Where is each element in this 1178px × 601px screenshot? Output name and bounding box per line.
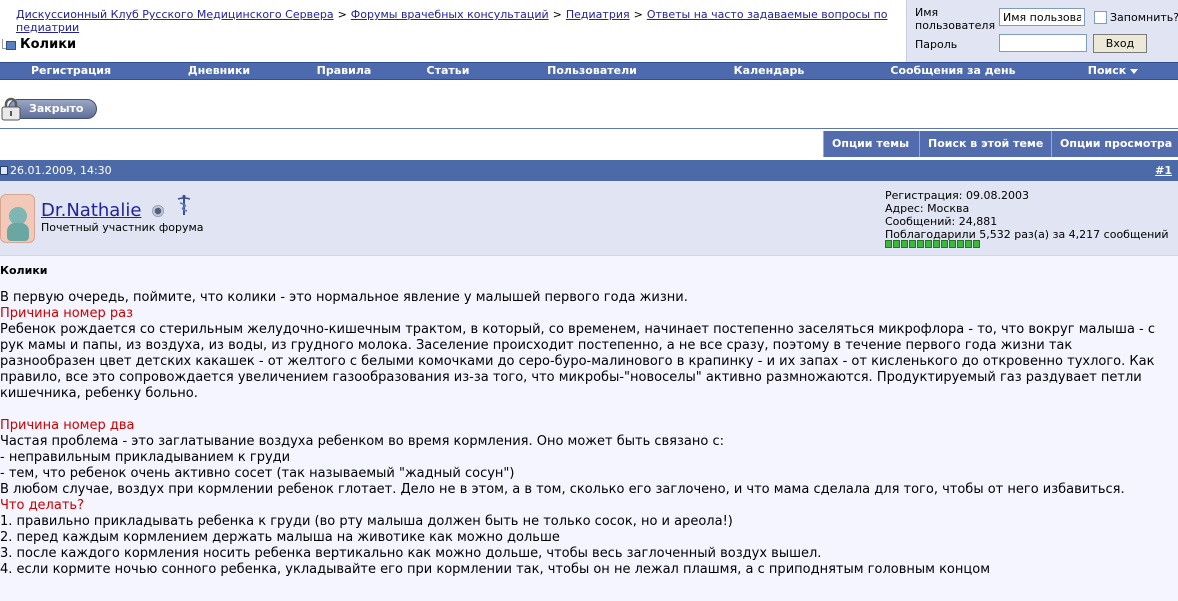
text-line: - неправильным прикладыванием к груди <box>0 450 291 465</box>
text-line: 3. после каждого кормления носить ребенк… <box>0 546 822 561</box>
text-line: Ребенок рождается со стерильным желудочн… <box>0 322 1156 337</box>
message-count: Сообщений: 24,881 <box>885 215 998 228</box>
divider <box>0 128 1178 129</box>
section-heading: Причина номер раз <box>0 306 133 321</box>
thread-tools-bar: Опции темы Поиск в этой теме Опции просм… <box>823 131 1178 173</box>
post-body: Колики В первую очередь, поймите, что ко… <box>0 256 1178 601</box>
forum-header: Дискуссионный Клуб Русского Медицинского… <box>0 0 1178 62</box>
text-line: 2. перед каждым кормлением держать малыш… <box>0 530 560 545</box>
breadcrumb-link-club[interactable]: Дискуссионный Клуб Русского Медицинского… <box>16 8 334 21</box>
username-label: Имя пользователя <box>915 6 996 32</box>
post-user-info: Dr.Nathalie Почетный участник форума Рег… <box>0 181 1178 256</box>
nav-search[interactable]: Поиск <box>1048 63 1178 79</box>
text-line: 1. правильно прикладывать ребенка к груд… <box>0 514 733 529</box>
thread-closed-button[interactable]: Закрыто <box>0 97 98 122</box>
text-line: рук мамы и папы, из воздуха, из воды, из… <box>0 338 1073 353</box>
post-title: Колики <box>0 264 48 277</box>
reputation-pip <box>973 240 980 248</box>
folder-tree-icon <box>2 38 16 51</box>
user-location: Адрес: Москва <box>885 202 970 215</box>
post-date: 26.01.2009, 14:30 <box>10 164 112 177</box>
nav-today-posts[interactable]: Сообщения за день <box>858 63 1048 79</box>
text-line: кишечника, ребенку больно. <box>0 386 198 401</box>
user-title: Почетный участник форума <box>41 221 204 234</box>
text-line: В первую очередь, поймите, что колики - … <box>0 290 688 305</box>
reputation-pip <box>885 240 892 248</box>
username-input[interactable] <box>999 8 1085 26</box>
closed-button-label: Закрыто <box>29 102 84 115</box>
registration-date: Регистрация: 09.08.2003 <box>885 189 1029 202</box>
remember-checkbox[interactable] <box>1094 11 1107 24</box>
login-button[interactable]: Вход <box>1093 34 1147 53</box>
avatar[interactable] <box>0 194 35 243</box>
dropdown-arrow-icon <box>1130 68 1139 74</box>
breadcrumb-separator: > <box>633 8 643 21</box>
medic-badge-icon <box>177 194 191 215</box>
lock-icon <box>1 97 21 121</box>
reputation-pip <box>909 240 916 248</box>
remember-me[interactable]: Запомнить? <box>1094 11 1178 24</box>
text-line: разнообразен цвет детских какашек - от ж… <box>0 354 1155 369</box>
password-input[interactable] <box>999 34 1087 52</box>
reputation-pip <box>901 240 908 248</box>
main-navbar: Регистрация Дневники Правила Статьи Поль… <box>0 62 1178 80</box>
nav-articles[interactable]: Статьи <box>392 63 504 79</box>
text-line: - тем, что ребенок очень активно сосет (… <box>0 466 515 481</box>
text-line: 4. если кормите ночью сонного ребенка, у… <box>0 562 990 577</box>
post-header: 26.01.2009, 14:30 #1 <box>0 160 1178 181</box>
post-message: В первую очередь, поймите, что колики - … <box>0 290 1176 578</box>
page-title: Колики <box>20 37 77 52</box>
nav-register[interactable]: Регистрация <box>0 63 142 79</box>
nav-calendar[interactable]: Календарь <box>680 63 858 79</box>
breadcrumb-link-pediatrics[interactable]: Педиатрия <box>566 8 630 21</box>
reputation-pip <box>949 240 956 248</box>
section-heading: Причина номер два <box>0 418 135 433</box>
reputation-pip <box>957 240 964 248</box>
thread-options-menu[interactable]: Опции темы <box>823 131 919 173</box>
user-stats: Регистрация: 09.08.2003 Адрес: Москва Со… <box>885 189 1169 241</box>
reputation-pip <box>941 240 948 248</box>
reputation-pip <box>933 240 940 248</box>
text-line: Частая проблема - это заглатывание возду… <box>0 434 724 449</box>
nav-rules[interactable]: Правила <box>296 63 392 79</box>
text-line: правило, все это сопровождается увеличен… <box>0 370 1142 385</box>
display-options-menu[interactable]: Опции просмотра <box>1051 131 1178 173</box>
login-panel: Имя пользователя Запомнить? Пароль Вход <box>906 0 1178 62</box>
post-number-link[interactable]: #1 <box>1155 164 1172 177</box>
section-heading: Что делать? <box>0 498 84 513</box>
breadcrumb-separator: > <box>552 8 562 21</box>
nav-members[interactable]: Пользователи <box>504 63 680 79</box>
post-old-icon <box>0 166 8 175</box>
remember-label: Запомнить? <box>1110 11 1178 24</box>
breadcrumb-separator: > <box>337 8 347 21</box>
breadcrumb-link-consultations[interactable]: Форумы врачебных консультаций <box>351 8 549 21</box>
reputation-pip <box>893 240 900 248</box>
breadcrumb: Дискуссионный Клуб Русского Медицинского… <box>0 8 905 51</box>
nav-blogs[interactable]: Дневники <box>142 63 296 79</box>
text-line: В любом случае, воздух при кормлении реб… <box>0 482 1125 497</box>
reputation-bar <box>885 240 980 248</box>
reputation-pip <box>965 240 972 248</box>
password-label: Пароль <box>915 38 958 51</box>
reputation-pip <box>925 240 932 248</box>
offline-status-icon <box>152 205 164 217</box>
post-author-link[interactable]: Dr.Nathalie <box>41 200 141 221</box>
search-thread-menu[interactable]: Поиск в этой теме <box>919 131 1051 173</box>
reputation-pip <box>917 240 924 248</box>
